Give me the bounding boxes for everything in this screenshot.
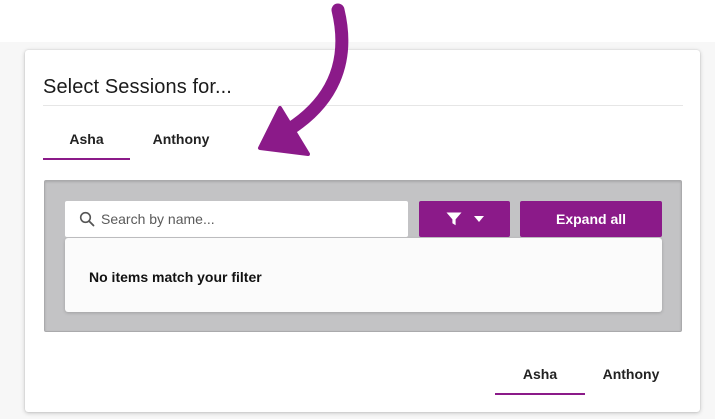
session-list-panel: Expand all No items match your filter	[44, 180, 682, 332]
tab-anthony[interactable]: Anthony	[130, 122, 232, 160]
search-icon	[79, 211, 95, 227]
search-input[interactable]	[101, 211, 391, 227]
session-select-card: Select Sessions for... Asha Anthony Expa…	[25, 50, 700, 412]
filter-dropdown-button[interactable]	[419, 201, 510, 237]
tab-label: Asha	[522, 366, 558, 382]
title-divider	[43, 105, 683, 106]
bottom-tab-bar: Asha Anthony	[495, 357, 677, 395]
top-background	[0, 0, 715, 42]
tab-asha[interactable]: Asha	[495, 357, 585, 395]
top-tab-bar: Asha Anthony	[43, 122, 232, 160]
search-box[interactable]	[65, 201, 408, 237]
tab-anthony[interactable]: Anthony	[585, 357, 677, 395]
expand-all-button[interactable]: Expand all	[520, 201, 662, 237]
tab-label: Anthony	[152, 131, 210, 147]
empty-state-message: No items match your filter	[89, 269, 262, 285]
card-title: Select Sessions for...	[43, 76, 232, 98]
tab-label: Asha	[69, 131, 104, 147]
tab-asha[interactable]: Asha	[43, 122, 130, 160]
tab-label: Anthony	[602, 366, 660, 382]
empty-results-card: No items match your filter	[65, 238, 662, 312]
caret-down-icon	[473, 216, 484, 222]
filter-icon	[446, 212, 461, 226]
